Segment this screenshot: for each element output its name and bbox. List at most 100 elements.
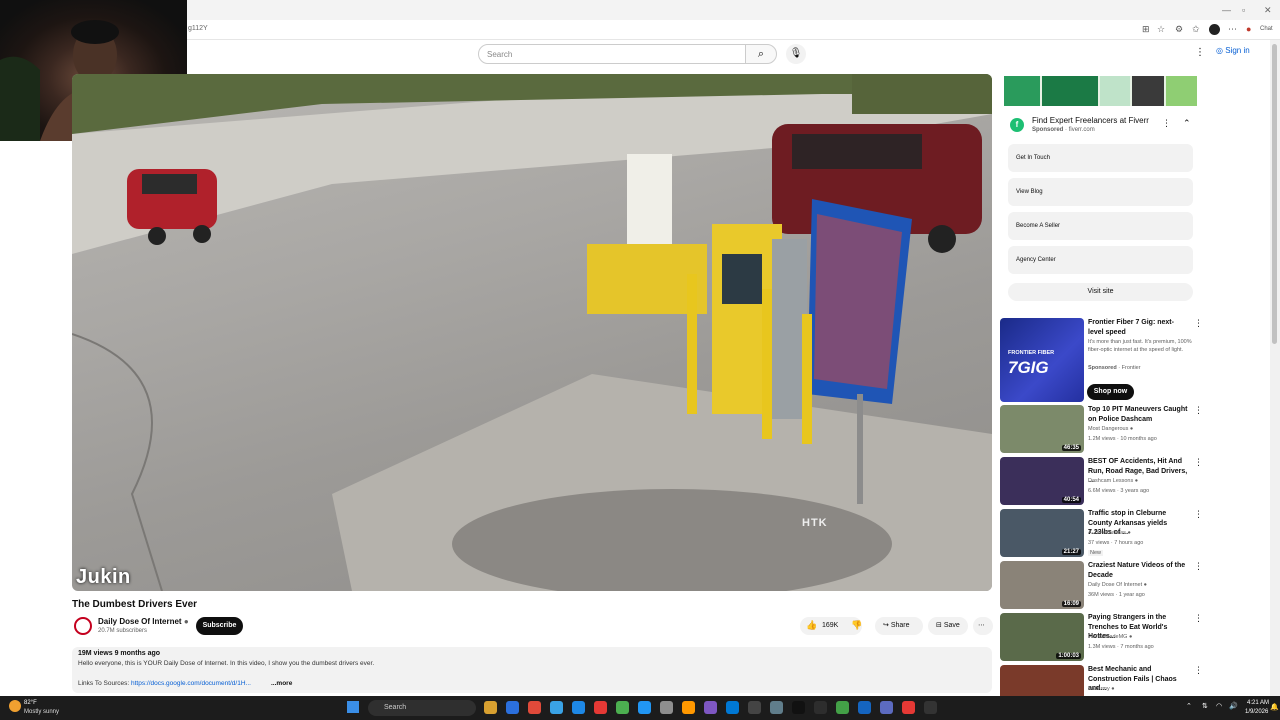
volume-icon[interactable]: 🔊 (1229, 702, 1238, 710)
store-icon[interactable] (638, 701, 651, 714)
photos-icon[interactable] (528, 701, 541, 714)
start-icon[interactable] (347, 701, 359, 713)
youtube-icon[interactable] (902, 701, 915, 714)
close-icon[interactable]: ✕ (1264, 5, 1272, 16)
recommendation-channel[interactable]: FailArmy ● (1088, 686, 1115, 692)
recommendation-item[interactable]: 16:09 Craziest Nature Videos of the Decad… (1000, 561, 1203, 611)
recommendation-channel[interactable]: Daily Dose Of Internet ● (1088, 582, 1147, 588)
network-icon[interactable]: ⇅ (1202, 702, 1208, 710)
settings-menu-icon[interactable]: ⋮ (1195, 47, 1205, 58)
like-count[interactable]: 169K (822, 622, 838, 629)
search-button[interactable]: ⌕ (745, 44, 777, 64)
recommendation-menu-icon[interactable]: ⋮ (1194, 457, 1203, 468)
promo-thumbnail[interactable]: FRONTIER FIBER 7GIG (1000, 318, 1084, 402)
video-player[interactable] (72, 74, 992, 591)
promo-title[interactable]: Frontier Fiber 7 Gig: next-level speed (1088, 318, 1188, 337)
xbox-icon[interactable] (836, 701, 849, 714)
become-seller-button[interactable]: Become A Seller (1008, 212, 1193, 240)
recommendation-channel[interactable]: A-ZoneOutlaws ● (1088, 530, 1131, 536)
obs-icon[interactable] (814, 701, 827, 714)
recommendation-item[interactable]: 1:00:03 Paying Strangers in the Trenches … (1000, 613, 1203, 663)
widgets-icon[interactable] (484, 701, 497, 714)
save-button[interactable]: ⊟ Save (928, 617, 968, 635)
opera-icon[interactable] (594, 701, 607, 714)
visit-site-button[interactable]: Visit site (1008, 283, 1193, 301)
recommendation-title[interactable]: Top 10 PIT Maneuvers Caught on Police Da… (1088, 405, 1188, 424)
chat-label[interactable]: Chat (1260, 26, 1273, 32)
like-icon[interactable]: 👍 (806, 620, 817, 631)
recommendation-menu-icon[interactable]: ⋮ (1194, 561, 1203, 572)
recommendation-menu-icon[interactable]: ⋮ (1194, 509, 1203, 520)
taskbar-search[interactable]: Search (368, 700, 476, 716)
url-text[interactable]: g112Y (188, 25, 208, 32)
chrome-icon[interactable] (572, 701, 585, 714)
favorite-icon[interactable]: ☆ (1157, 24, 1165, 35)
ad-banner-image[interactable] (1004, 76, 1197, 106)
recommendation-item[interactable]: 21:27 Traffic stop in Cleburne County Ark… (1000, 509, 1203, 559)
terminal-icon[interactable] (748, 701, 761, 714)
notifications-icon[interactable]: 🔔 (1270, 703, 1279, 711)
shop-now-button[interactable]: Shop now (1087, 384, 1134, 400)
recommendation-item[interactable]: 46:35 Top 10 PIT Maneuvers Caught on Poli… (1000, 405, 1203, 455)
recommendation-menu-icon[interactable]: ⋮ (1194, 613, 1203, 624)
get-in-touch-button[interactable]: Get In Touch (1008, 144, 1193, 172)
share-button[interactable]: ↪ Share (875, 617, 923, 635)
recommendation-channel[interactable]: Dashcam Lessons ● (1088, 478, 1138, 484)
epic-icon[interactable] (770, 701, 783, 714)
recommendation-title[interactable]: Craziest Nature Videos of the Decade (1088, 561, 1188, 580)
video-thumbnail[interactable]: 46:35 (1000, 405, 1084, 453)
recommendation-item[interactable]: 40:54 BEST OF Accidents, Hit And Run, Roa… (1000, 457, 1203, 507)
scrollbar-thumb[interactable] (1272, 44, 1277, 344)
promo-menu-icon[interactable]: ⋮ (1194, 318, 1203, 329)
recommendation-menu-icon[interactable]: ⋮ (1194, 665, 1203, 676)
recommendation-channel[interactable]: Most Dangerous ● (1088, 426, 1133, 432)
settings-icon[interactable] (682, 701, 695, 714)
video-thumbnail[interactable]: 1:00:03 (1000, 613, 1084, 661)
collapse-icon[interactable]: ⌃ (1183, 118, 1191, 129)
search-input[interactable]: Search (478, 44, 746, 64)
weather-icon[interactable] (9, 700, 21, 712)
ad-menu-icon[interactable]: ⋮ (1162, 118, 1171, 129)
channel-avatar[interactable] (74, 617, 92, 635)
teams-icon[interactable] (880, 701, 893, 714)
favorites-icon[interactable]: ✩ (1192, 24, 1200, 35)
profile-avatar[interactable] (1209, 24, 1220, 35)
mail-icon[interactable] (660, 701, 673, 714)
channel-name[interactable]: Daily Dose Of Internet ● (98, 617, 189, 626)
minimize-icon[interactable]: — (1222, 5, 1231, 15)
tray-chevron-icon[interactable]: ⌃ (1186, 702, 1192, 710)
spotify-icon[interactable] (616, 701, 629, 714)
ad-title[interactable]: Find Expert Freelancers at Fiverr (1032, 116, 1149, 125)
recommendation-channel[interactable]: FloridaMadeMG ● (1088, 634, 1132, 640)
weather-desc[interactable]: Mostly sunny (24, 709, 59, 715)
app-icon[interactable] (924, 701, 937, 714)
more-actions-icon[interactable]: ⋯ (973, 617, 993, 635)
video-thumbnail[interactable]: 21:27 (1000, 509, 1084, 557)
video-thumbnail[interactable]: 16:09 (1000, 561, 1084, 609)
clock-date[interactable]: 1/9/2026 (1245, 709, 1268, 715)
more-menu-icon[interactable]: ⋯ (1228, 24, 1237, 35)
maximize-icon[interactable]: ▫ (1242, 5, 1245, 15)
sign-in-button[interactable]: ◎ Sign in (1216, 46, 1250, 62)
weather-temp[interactable]: 82°F (24, 700, 37, 706)
wifi-icon[interactable]: ◠ (1216, 702, 1222, 710)
dislike-icon[interactable]: 👎 (851, 620, 862, 631)
outlook-icon[interactable] (726, 701, 739, 714)
source-link[interactable]: https://docs.google.com/document/d/1H... (131, 680, 251, 687)
edge-icon[interactable] (550, 701, 563, 714)
discord-icon[interactable] (704, 701, 717, 714)
clock-time[interactable]: 4:21 AM (1247, 700, 1269, 706)
recommendation-menu-icon[interactable]: ⋮ (1194, 405, 1203, 416)
view-blog-button[interactable]: View Blog (1008, 178, 1193, 206)
copilot-icon[interactable]: ● (1246, 24, 1251, 34)
video-thumbnail[interactable]: 40:54 (1000, 457, 1084, 505)
steam-icon[interactable] (858, 701, 871, 714)
agency-center-button[interactable]: Agency Center (1008, 246, 1193, 274)
tiktok-icon[interactable] (792, 701, 805, 714)
show-more-button[interactable]: ...more (271, 680, 292, 687)
voice-search-button[interactable]: 🎙 (786, 44, 806, 64)
apps-icon[interactable]: ⊞ (1142, 24, 1150, 35)
subscribe-button[interactable]: Subscribe (196, 617, 243, 635)
file-explorer-icon[interactable] (506, 701, 519, 714)
extensions-icon[interactable]: ⚙ (1175, 24, 1183, 35)
